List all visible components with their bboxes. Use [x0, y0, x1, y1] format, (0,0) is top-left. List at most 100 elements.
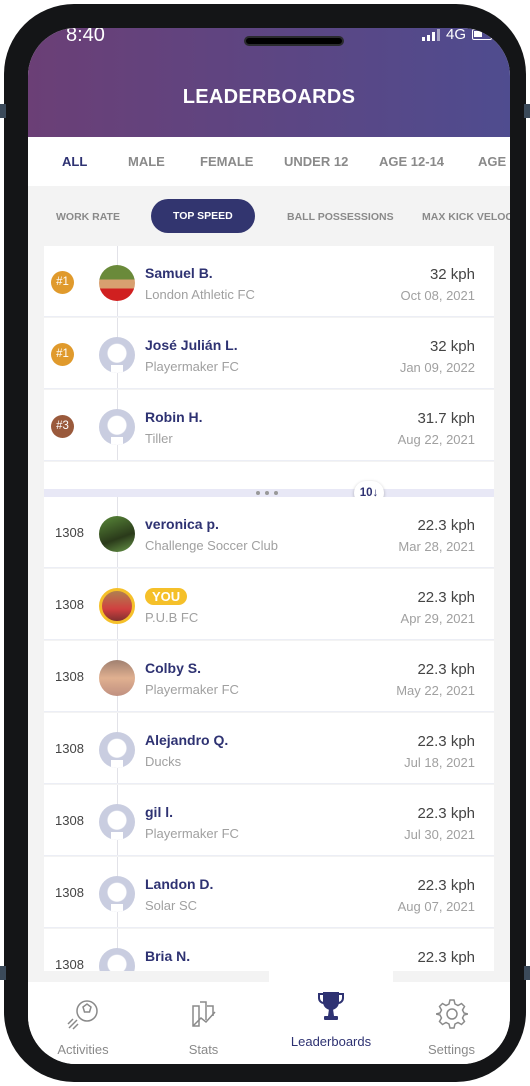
signal-icon [421, 28, 440, 41]
rank-badge: #3 [51, 415, 74, 438]
club-name: Challenge Soccer Club [145, 538, 278, 553]
club-name: London Athletic FC [145, 287, 255, 302]
nav-label: Leaderboards [290, 1034, 372, 1049]
record-date: Oct 08, 2021 [400, 288, 475, 303]
rank-number: 1308 [55, 741, 84, 756]
metric-tab-ball-possessions[interactable]: BALL POSSESSIONS [287, 211, 394, 223]
speed-value: 22.3 kph [417, 733, 475, 750]
battery-icon [472, 29, 492, 40]
leaderboard-row[interactable]: 1308 Landon D. Solar SC 22.3 kph Aug 07, 202… [44, 857, 494, 928]
app-screen: 8:40 4G LEADERBOARDS ALL MALE FEMALE UNDER … [28, 28, 510, 1064]
nav-label: Stats [188, 1042, 219, 1057]
club-name: Playermaker FC [145, 682, 239, 697]
record-date: May 22, 2021 [396, 683, 475, 698]
filter-tab-age-12-14[interactable]: AGE 12-14 [379, 154, 444, 169]
rank-badge: #1 [51, 343, 74, 366]
club-name: Tiller [145, 431, 173, 446]
nav-stats[interactable]: Stats [138, 982, 269, 1064]
record-date: Apr 29, 2021 [400, 611, 475, 626]
filter-tab-female[interactable]: FEMALE [200, 154, 253, 169]
avatar [99, 876, 135, 912]
page-title: LEADERBOARDS [182, 86, 356, 108]
status-time: 8:40 [66, 28, 105, 46]
record-date: Aug 22, 2021 [397, 432, 475, 447]
club-name: Playermaker FC [145, 826, 239, 841]
avatar [99, 660, 135, 696]
nav-label: Settings [428, 1042, 475, 1057]
record-date: Jan 09, 2022 [399, 360, 475, 375]
rank-number: 1308 [55, 597, 84, 612]
filter-tab-under-12[interactable]: UNDER 12 [284, 154, 348, 169]
leaderboard-row[interactable]: #1 Samuel B. London Athletic FC 32 kph Oct 0… [44, 246, 494, 317]
metric-tab-top-speed[interactable]: TOP SPEED [151, 199, 255, 233]
record-date: Jul 18, 2021 [404, 755, 475, 770]
player-name: José Julián L. [145, 337, 238, 353]
player-name: Bria N. [145, 948, 191, 964]
rank-number: 1308 [55, 669, 84, 684]
avatar [99, 265, 135, 301]
player-name: Samuel B. [145, 265, 213, 281]
avatar [99, 732, 135, 768]
record-date: Jul 30, 2021 [404, 827, 475, 842]
avatar [99, 516, 135, 552]
notch [244, 36, 344, 46]
rank-number: 1308 [55, 957, 84, 971]
more-dots-icon [256, 491, 278, 495]
avatar [99, 588, 135, 624]
leaderboard-row[interactable]: 1308 Colby S. Playermaker FC 22.3 kph May 22… [44, 641, 494, 712]
leaderboard-row[interactable]: #1 José Julián L. Playermaker FC 32 kph Jan … [44, 318, 494, 389]
phone-frame: 8:40 4G LEADERBOARDS ALL MALE FEMALE UNDER … [0, 4, 530, 1082]
nav-settings[interactable]: Settings [393, 982, 510, 1064]
leaderboard-row[interactable]: #3 Robin H. Tiller 31.7 kph Aug 22, 2021 [44, 390, 494, 461]
record-date: Mar 28, 2021 [398, 539, 475, 554]
leaderboard-row[interactable]: 1308 Bria N. 22.3 kph [44, 929, 494, 971]
record-date: Aug 07, 2021 [397, 899, 475, 914]
rank-number: 1308 [55, 885, 84, 900]
avatar [99, 804, 135, 840]
filter-tabs: ALL MALE FEMALE UNDER 12 AGE 12-14 AGE 1 [28, 137, 510, 186]
rank-divider: 10↓ [44, 481, 494, 505]
speed-value: 22.3 kph [417, 805, 475, 822]
filter-tab-age-1[interactable]: AGE 1 [478, 154, 510, 169]
avatar [99, 409, 135, 445]
club-name: P.U.B FC [145, 610, 199, 625]
nav-label: Activities [57, 1042, 109, 1057]
leaderboard-row[interactable]: 1308 YOU P.U.B FC 22.3 kph Apr 29, 2021 [44, 569, 494, 640]
player-name: Alejandro Q. [145, 732, 229, 748]
avatar [99, 948, 135, 971]
filter-tab-male[interactable]: MALE [128, 154, 165, 169]
nav-leaderboards[interactable]: Leaderboards [269, 970, 393, 1064]
metric-tab-max-kick-veloci[interactable]: MAX KICK VELOCI [422, 211, 510, 223]
speed-value: 22.3 kph [417, 589, 475, 606]
speed-value: 22.3 kph [417, 517, 475, 534]
metric-tab-work-rate[interactable]: WORK RATE [56, 211, 120, 223]
status-icons: 4G [421, 28, 492, 43]
metric-tabs: WORK RATE TOP SPEED BALL POSSESSIONS MAX KI… [28, 186, 510, 246]
speed-value: 22.3 kph [417, 877, 475, 894]
leaderboard-row[interactable]: 1308 gil l. Playermaker FC 22.3 kph Jul 30, … [44, 785, 494, 856]
player-name: Landon D. [145, 876, 214, 892]
rank-number: 1308 [55, 525, 84, 540]
speed-value: 32 kph [429, 266, 475, 283]
rank-badge: #1 [51, 271, 74, 294]
leaderboard-row[interactable]: 1308 Alejandro Q. Ducks 22.3 kph Jul 18, 202… [44, 713, 494, 784]
speed-value: 22.3 kph [417, 661, 475, 678]
club-name: Playermaker FC [145, 359, 239, 374]
nav-activities[interactable]: Activities [28, 982, 138, 1064]
filter-tab-all[interactable]: ALL [62, 154, 87, 169]
avatar [99, 337, 135, 373]
club-name: Ducks [145, 754, 182, 769]
bottom-nav: Activities Stats Leaderboards Settings [28, 970, 510, 1064]
leaderboard-row[interactable]: 1308 veronica p. Challenge Soccer Club 22.3… [44, 497, 494, 568]
player-name: veronica p. [145, 516, 219, 532]
rank-number: 1308 [55, 813, 84, 828]
player-name: Robin H. [145, 409, 203, 425]
club-name: Solar SC [145, 898, 198, 913]
speed-value: 32 kph [429, 338, 475, 355]
leaderboard-list[interactable]: #1 Samuel B. London Athletic FC 32 kph Oct 0… [44, 246, 494, 971]
network-type: 4G [445, 28, 466, 43]
player-name: Colby S. [145, 660, 202, 676]
player-name: gil l. [145, 804, 173, 820]
you-badge: YOU [145, 588, 188, 605]
list-gap [44, 462, 494, 489]
